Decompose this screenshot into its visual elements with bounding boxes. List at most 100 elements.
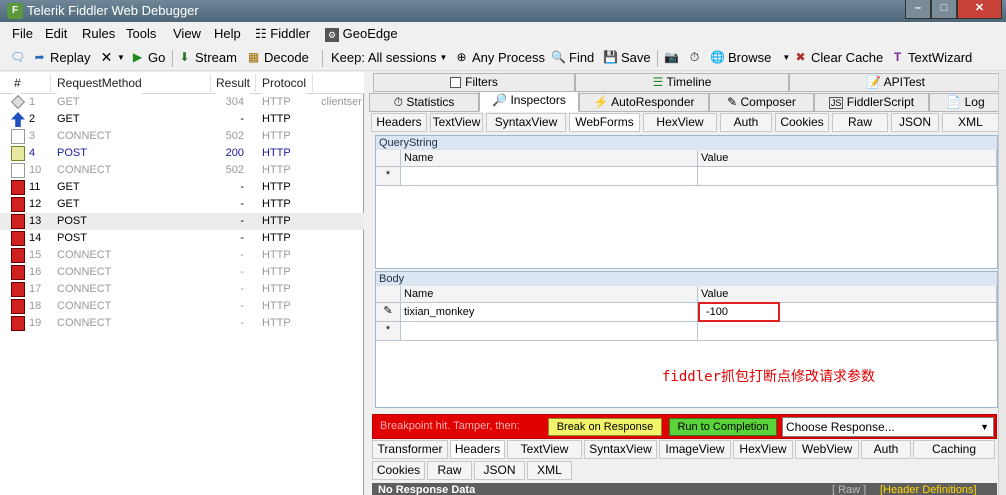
minimize-button[interactable]: – — [905, 0, 931, 19]
col-num-header[interactable]: # — [14, 72, 21, 94]
menu-view[interactable]: View — [173, 26, 201, 41]
menu-fiddler[interactable]: ☷ Fiddler — [255, 26, 310, 42]
timer-button[interactable]: ⏱ — [687, 50, 702, 65]
session-row[interactable]: 19 CONNECT - HTTP — [0, 315, 364, 332]
session-num: 13 — [29, 215, 42, 227]
maximize-button[interactable]: □ — [931, 0, 957, 19]
request-tab-textview[interactable]: TextView — [430, 113, 483, 132]
find-label: Find — [569, 50, 595, 65]
request-tab-cookies[interactable]: Cookies — [775, 113, 829, 132]
remove-button[interactable]: ✕ ▼ — [99, 50, 125, 65]
remove-x-icon: ✕ — [100, 49, 113, 65]
request-tab-hexview[interactable]: HexView — [643, 113, 717, 132]
find-button[interactable]: 🔍 Find — [551, 50, 594, 65]
raw-link[interactable]: [ Raw ] — [832, 484, 866, 495]
session-num: 17 — [29, 283, 42, 295]
session-row[interactable]: 3 CONNECT 502 HTTP — [0, 128, 364, 145]
querystring-new-value-cell[interactable] — [698, 167, 997, 186]
session-row[interactable]: 10 CONNECT 502 HTTP — [0, 162, 364, 179]
browse-button[interactable]: 🌐 Browse ▼ — [710, 50, 790, 65]
tab-apitest[interactable]: 📝 APITest — [789, 73, 1002, 92]
request-tab-syntaxview[interactable]: SyntaxView — [486, 113, 566, 132]
body-new-value-cell[interactable] — [698, 322, 997, 341]
querystring-new-name-cell[interactable] — [401, 167, 698, 186]
session-row[interactable]: 12 GET - HTTP — [0, 196, 364, 213]
col-protocol-header[interactable]: Protocol — [262, 72, 307, 94]
session-row[interactable]: 2 GET - HTTP — [0, 111, 364, 128]
edited-value-highlight[interactable]: -100 — [698, 302, 780, 322]
request-tab-headers[interactable]: Headers — [371, 113, 427, 132]
response-tab-raw[interactable]: Raw — [427, 461, 472, 480]
body-param-name-cell[interactable]: tixian_monkey — [401, 303, 698, 322]
save-button[interactable]: 💾 Save — [603, 50, 651, 65]
col-method-header[interactable]: RequestMethod — [57, 72, 142, 94]
sessions-list[interactable]: # RequestMethod Result Protocol 1 GET 304 H… — [0, 72, 364, 495]
decode-button[interactable]: ▦ Decode — [246, 50, 309, 65]
col-result-header[interactable]: Result — [216, 72, 251, 94]
break-on-response-button[interactable]: Break on Response — [548, 418, 662, 436]
menu-file[interactable]: File — [12, 26, 33, 41]
response-tab-imageview[interactable]: ImageView — [659, 440, 731, 459]
request-tab-webforms[interactable]: WebForms — [569, 113, 640, 132]
request-tab-raw[interactable]: Raw — [832, 113, 888, 132]
session-row[interactable]: 4 POST 200 HTTP — [0, 145, 364, 162]
response-tab-webview[interactable]: WebView — [795, 440, 859, 459]
response-tab-cookies[interactable]: Cookies — [372, 461, 425, 480]
session-row[interactable]: 1 GET 304 HTTP clientser — [0, 94, 364, 111]
textwizard-button[interactable]: T TextWizard — [890, 50, 972, 65]
tab-fiddlerscript[interactable]: JS FiddlerScript — [814, 93, 929, 112]
close-button[interactable]: ✕ — [957, 0, 1002, 19]
response-tab-hexview[interactable]: HexView — [733, 440, 793, 459]
clear-cache-button[interactable]: ✖ Clear Cache — [793, 50, 883, 65]
menu-geoedge[interactable]: ⚙ GeoEdge — [325, 26, 398, 42]
stream-button[interactable]: ⬇ Stream — [177, 50, 236, 65]
menu-rules[interactable]: Rules — [82, 26, 115, 41]
session-row[interactable]: 14 POST - HTTP — [0, 230, 364, 247]
response-tab-auth[interactable]: Auth — [861, 440, 911, 459]
run-to-completion-button[interactable]: Run to Completion — [669, 418, 777, 436]
tab-composer[interactable]: ✎ Composer — [709, 93, 814, 112]
request-tab-auth[interactable]: Auth — [720, 113, 772, 132]
tab-statistics[interactable]: ⏱ Statistics — [369, 93, 479, 112]
comment-button[interactable]: 🗨 — [10, 50, 25, 65]
response-tab-headers[interactable]: Headers — [450, 440, 505, 459]
session-row[interactable]: 15 CONNECT - HTTP — [0, 247, 364, 264]
response-tab-caching[interactable]: Caching — [913, 440, 995, 459]
body-new-name-cell[interactable] — [401, 322, 698, 341]
menu-edit[interactable]: Edit — [45, 26, 67, 41]
session-method: CONNECT — [57, 130, 112, 142]
tab-inspectors[interactable]: 🔎 Inspectors — [479, 91, 579, 112]
camera-icon: 📷 — [664, 50, 679, 64]
session-protocol: HTTP — [262, 164, 291, 176]
header-definitions-link[interactable]: [Header Definitions] — [880, 484, 977, 495]
keep-sessions-dropdown[interactable]: Keep: All sessions ▼ — [331, 50, 447, 65]
tab-filters[interactable]: Filters — [373, 73, 575, 92]
session-row[interactable]: 13 POST - HTTP — [0, 213, 364, 230]
response-tab-xml[interactable]: XML — [527, 461, 572, 480]
menu-tools[interactable]: Tools — [126, 26, 156, 41]
response-tab-transformer[interactable]: Transformer — [372, 440, 448, 459]
go-button[interactable]: ▶ Go — [130, 50, 165, 65]
tab-log[interactable]: 📄 Log — [929, 93, 1002, 112]
screenshot-button[interactable]: 📷 — [664, 50, 679, 65]
tab-timeline[interactable]: ☰ Timeline — [575, 73, 789, 92]
tab-autoresponder[interactable]: ⚡ AutoResponder — [579, 93, 709, 112]
response-tab-syntaxview[interactable]: SyntaxView — [584, 440, 657, 459]
response-tab-textview[interactable]: TextView — [507, 440, 582, 459]
session-result: - — [240, 249, 244, 261]
right-scrollbar[interactable] — [998, 72, 1006, 495]
replay-button[interactable]: ➦ Replay — [32, 50, 90, 65]
session-num: 14 — [29, 232, 42, 244]
choose-response-select[interactable]: Choose Response... ▼ — [782, 417, 994, 437]
session-row[interactable]: 17 CONNECT - HTTP — [0, 281, 364, 298]
request-tab-xml[interactable]: XML — [942, 113, 999, 132]
menu-help[interactable]: Help — [214, 26, 241, 41]
request-tab-json[interactable]: JSON — [891, 113, 939, 132]
session-row[interactable]: 16 CONNECT - HTTP — [0, 264, 364, 281]
session-row[interactable]: 11 GET - HTTP — [0, 179, 364, 196]
session-result: - — [240, 113, 244, 125]
any-process-button[interactable]: ⊕ Any Process — [454, 50, 545, 65]
session-row[interactable]: 18 CONNECT - HTTP — [0, 298, 364, 315]
response-tab-json[interactable]: JSON — [474, 461, 525, 480]
session-num: 3 — [29, 130, 36, 142]
